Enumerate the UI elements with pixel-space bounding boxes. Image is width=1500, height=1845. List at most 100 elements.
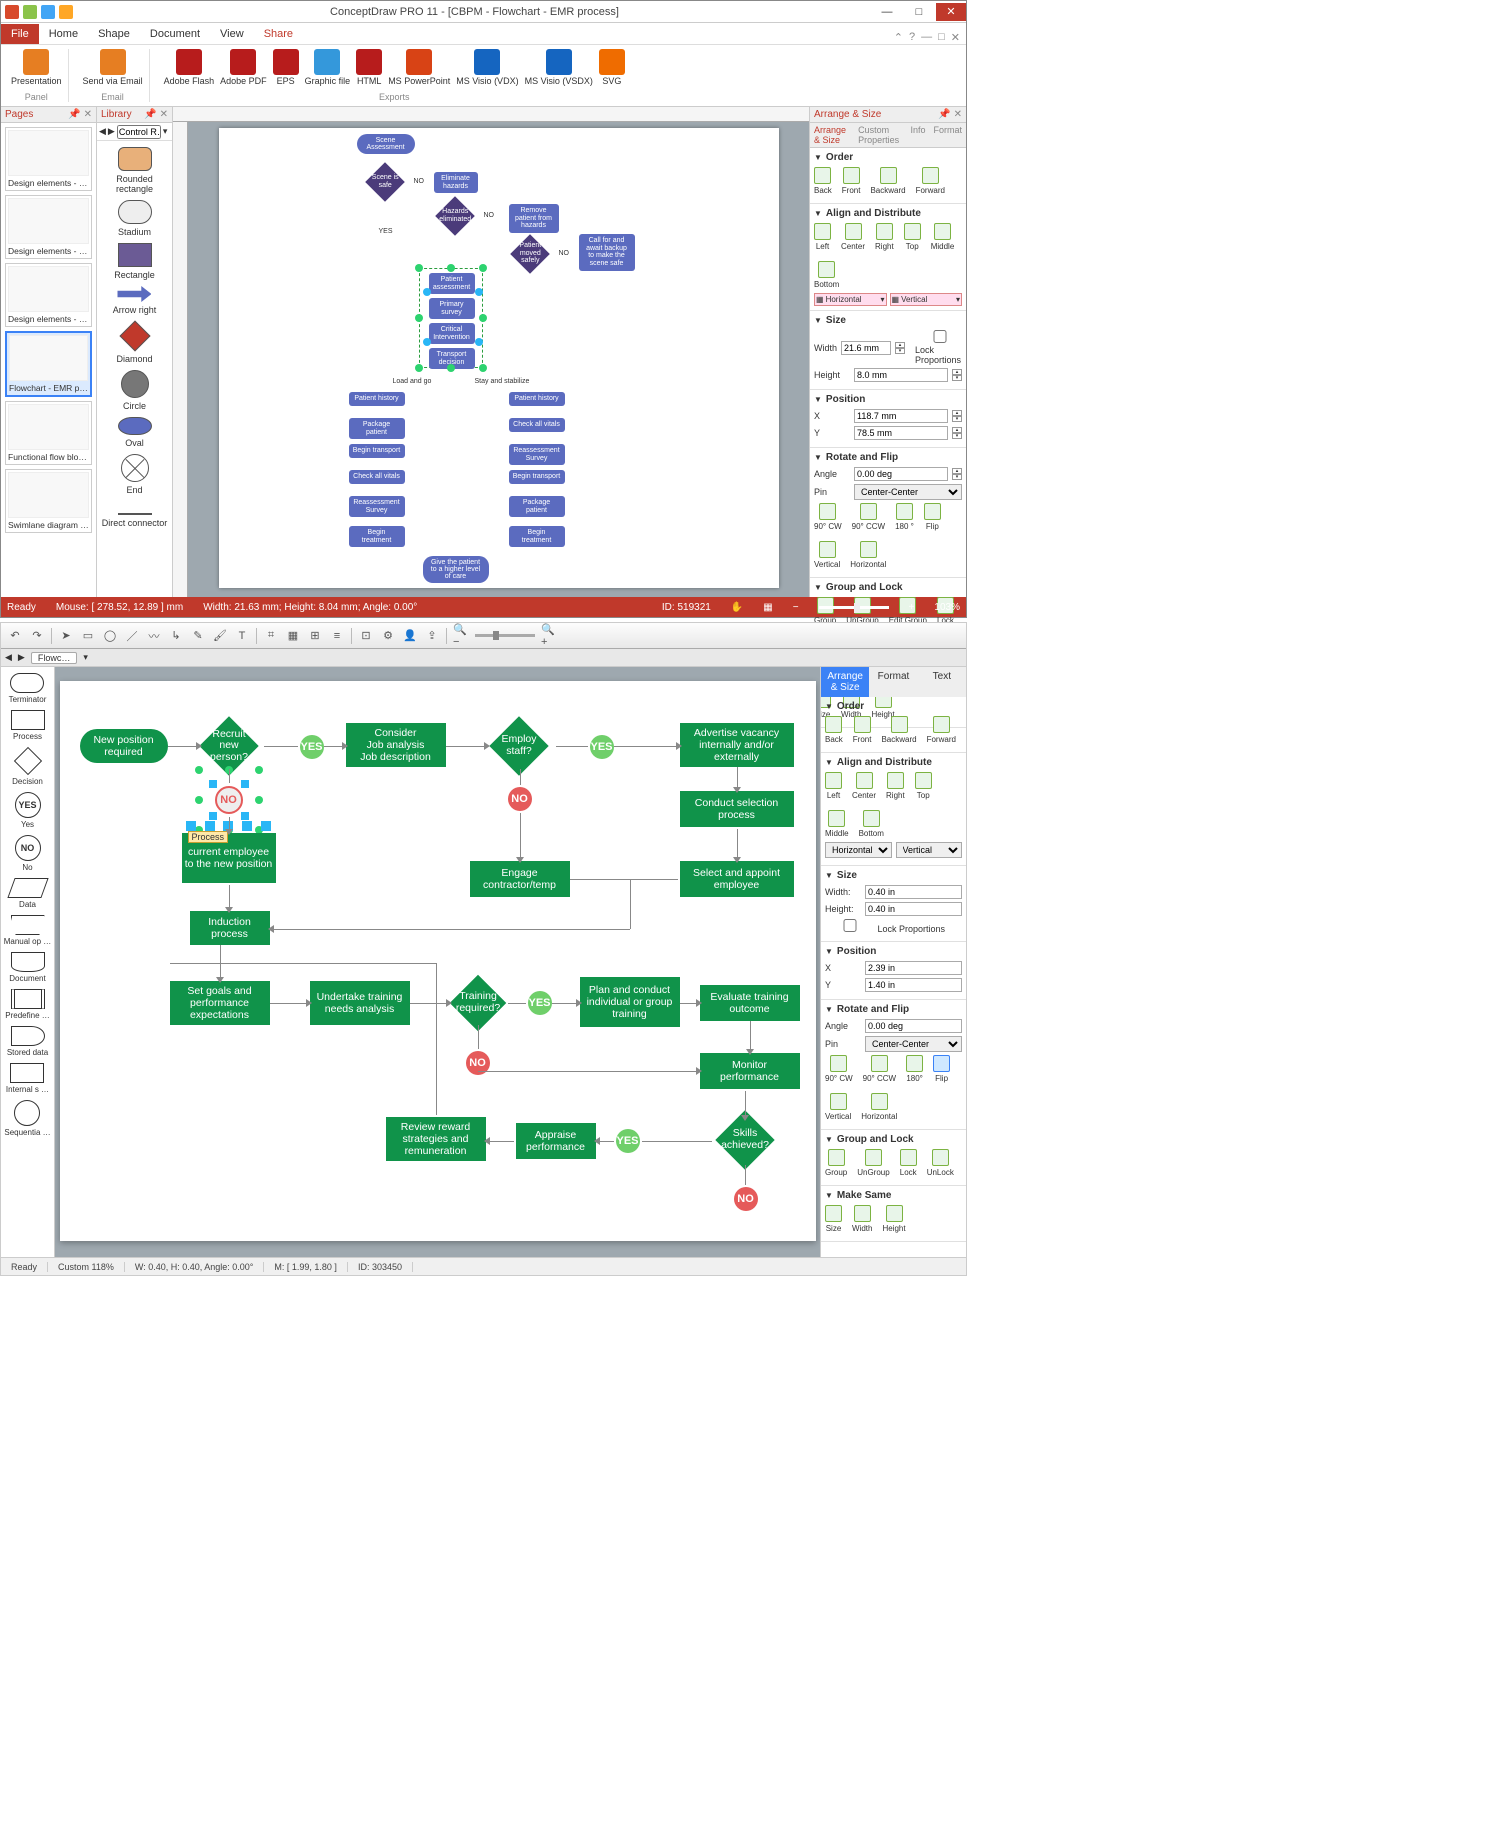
- export-html-button[interactable]: HTML: [356, 49, 382, 87]
- page-thumb-functional-flow[interactable]: Functional flow block diag…: [5, 401, 92, 465]
- p2-align-top[interactable]: Top: [915, 772, 932, 800]
- pointer-tool-icon[interactable]: ➤: [58, 628, 74, 644]
- circle-yes-4[interactable]: YES: [616, 1129, 640, 1153]
- ribbon-tab-home[interactable]: Home: [39, 24, 88, 44]
- props-pin-icon[interactable]: 📌 ✕: [938, 109, 962, 120]
- lib-arrow-right[interactable]: Arrow right: [113, 286, 157, 315]
- inner-min-icon[interactable]: —: [921, 31, 932, 44]
- p2-align-center[interactable]: Center: [852, 772, 876, 800]
- height-down[interactable]: ▾: [952, 375, 962, 381]
- p2-align-middle[interactable]: Middle: [825, 810, 849, 838]
- circle-yes-2[interactable]: YES: [590, 735, 614, 759]
- node-undertake[interactable]: Undertake training needs analysis: [310, 981, 410, 1025]
- order-backward-button[interactable]: Backward: [870, 167, 905, 195]
- zoom-slider[interactable]: [819, 606, 889, 609]
- p2-rot-90cw[interactable]: 90° CW: [825, 1055, 853, 1083]
- align-tool-icon[interactable]: ⊞: [307, 628, 323, 644]
- p2-order-forward[interactable]: Forward: [927, 716, 956, 744]
- drawing-page[interactable]: Scene Assessment Scene is safe NO Elimin…: [219, 128, 779, 588]
- p2-tab-arrange[interactable]: Arrange & Size: [821, 667, 869, 697]
- library-search-input[interactable]: [117, 125, 161, 139]
- flip-vertical-button[interactable]: Vertical: [814, 541, 840, 569]
- p2-rot-90ccw[interactable]: 90° CCW: [863, 1055, 896, 1083]
- shape-predefined[interactable]: Predefine …: [5, 989, 49, 1020]
- p2-ms-size[interactable]: Size: [825, 1205, 842, 1233]
- export-pdf-button[interactable]: Adobe PDF: [220, 49, 267, 87]
- connector-tool-icon[interactable]: ↳: [168, 628, 184, 644]
- shape-yes[interactable]: YESYes: [15, 792, 41, 829]
- p2-tab-text[interactable]: Text: [918, 667, 966, 697]
- p2-horiz-select[interactable]: Horizontal: [825, 842, 892, 858]
- align-top-button[interactable]: Top: [904, 223, 921, 251]
- lib-circle[interactable]: Circle: [121, 370, 149, 411]
- lib-diamond[interactable]: Diamond: [116, 321, 152, 364]
- p2-align-right[interactable]: Right: [886, 772, 905, 800]
- shape-internal-storage[interactable]: Internal s …: [6, 1063, 49, 1094]
- zoom-slider-2[interactable]: [475, 634, 535, 637]
- tab-add-icon[interactable]: ▾: [83, 652, 88, 663]
- circle-no-1[interactable]: NO: [508, 787, 532, 811]
- angle-input[interactable]: [854, 467, 948, 481]
- lib-end[interactable]: End: [121, 454, 149, 495]
- align-right-button[interactable]: Right: [875, 223, 894, 251]
- flip-horizontal-button[interactable]: Horizontal: [850, 541, 886, 569]
- node-place[interactable]: Process current employee to the new posi…: [182, 833, 276, 883]
- node-patient-history-r[interactable]: Patient history: [509, 392, 565, 406]
- text-tool-icon[interactable]: T: [234, 628, 250, 644]
- library-pin-icon[interactable]: 📌 ✕: [144, 109, 168, 120]
- qat-redo-icon[interactable]: [59, 5, 73, 19]
- p2-tab-format[interactable]: Format: [869, 667, 917, 697]
- pin-icon[interactable]: 📌 ✕: [68, 109, 92, 120]
- presentation-button[interactable]: Presentation: [11, 49, 62, 87]
- pen-tool-icon[interactable]: ✎: [190, 628, 206, 644]
- p2-align-left[interactable]: Left: [825, 772, 842, 800]
- node-eliminate-hazards[interactable]: Eliminate hazards: [434, 172, 478, 193]
- tab-next-icon[interactable]: ▶: [18, 652, 25, 663]
- export-graphic-button[interactable]: Graphic file: [305, 49, 351, 87]
- rotate-180-button[interactable]: 180 °: [895, 503, 914, 531]
- width-down[interactable]: ▾: [895, 348, 905, 354]
- align-center-button[interactable]: Center: [841, 223, 865, 251]
- shape-data[interactable]: Data: [11, 878, 45, 909]
- node-training-req[interactable]: Training required?: [449, 975, 506, 1032]
- lib-connector[interactable]: Direct connector: [102, 501, 168, 528]
- page-thumb-swimlane-elements[interactable]: Design elements - Swiml…: [5, 263, 92, 327]
- zoom-in-button[interactable]: +: [909, 602, 915, 613]
- canvas-2[interactable]: New position required Recruit new person…: [55, 667, 820, 1257]
- node-new-position[interactable]: New position required: [80, 729, 168, 763]
- p2-vert-select[interactable]: Vertical: [896, 842, 963, 858]
- close-button[interactable]: ✕: [936, 3, 966, 21]
- rect-tool-icon[interactable]: ▭: [80, 628, 96, 644]
- send-email-button[interactable]: Send via Email: [83, 49, 143, 87]
- page-thumb-swimlane-approval[interactable]: Swimlane diagram - Appr…: [5, 469, 92, 533]
- node-select-appoint[interactable]: Select and appoint employee: [680, 861, 794, 897]
- p2-flip[interactable]: Flip: [933, 1055, 950, 1083]
- zoom-out-button[interactable]: −: [793, 602, 799, 613]
- y-input[interactable]: [854, 426, 948, 440]
- canvas-area[interactable]: Scene Assessment Scene is safe NO Elimin…: [173, 107, 809, 597]
- node-review-reward[interactable]: Review reward strategies and remuneratio…: [386, 1117, 486, 1161]
- rotate-90cw-button[interactable]: 90° CW: [814, 503, 842, 531]
- node-advertise[interactable]: Advertise vacancy internally and/or exte…: [680, 723, 794, 767]
- node-give-higher[interactable]: Give the patient to a higher level of ca…: [423, 556, 489, 583]
- node-plan-conduct[interactable]: Plan and conduct individual or group tra…: [580, 977, 680, 1027]
- p2-lock-proportions[interactable]: [825, 919, 875, 932]
- p2-flip-v[interactable]: Vertical: [825, 1093, 851, 1121]
- p2-align-bottom[interactable]: Bottom: [859, 810, 884, 838]
- width-input[interactable]: [841, 341, 891, 355]
- shape-manual-op[interactable]: Manual op …: [4, 915, 52, 946]
- circle-no-3[interactable]: NO: [734, 1187, 758, 1211]
- brush-tool-icon[interactable]: 🖌: [212, 628, 228, 644]
- node-engage[interactable]: Engage contractor/temp: [470, 861, 570, 897]
- shape-document[interactable]: Document: [9, 952, 45, 983]
- minimize-button[interactable]: —: [872, 3, 902, 21]
- ribbon-tab-document[interactable]: Document: [140, 24, 210, 44]
- p2-lock[interactable]: Lock: [900, 1149, 917, 1177]
- maximize-button[interactable]: □: [904, 3, 934, 21]
- lib-prev-icon[interactable]: ◀: [99, 126, 106, 137]
- p2-unlock[interactable]: UnLock: [927, 1149, 954, 1177]
- export-vsdx-button[interactable]: MS Visio (VSDX): [525, 49, 593, 87]
- shape-terminator[interactable]: Terminator: [9, 673, 47, 704]
- align-middle-button[interactable]: Middle: [931, 223, 955, 251]
- circle-yes-1[interactable]: YES: [300, 735, 324, 759]
